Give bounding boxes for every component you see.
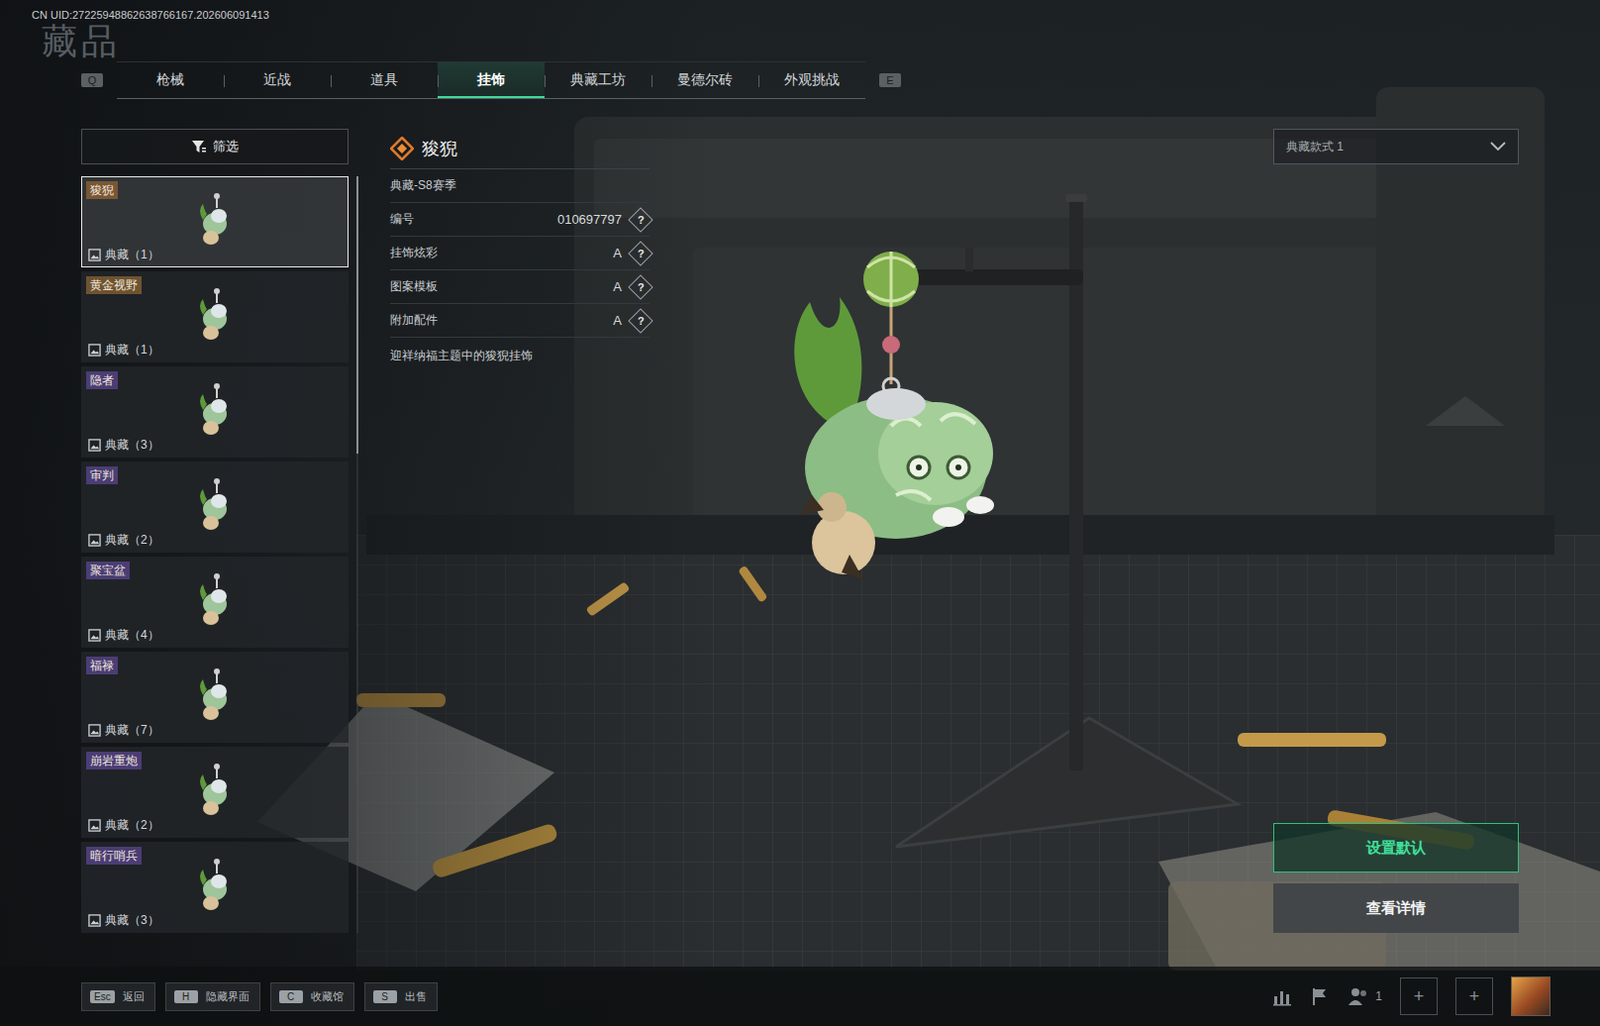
item-name-tag: 聚宝盆 xyxy=(86,561,130,580)
list-item[interactable]: 聚宝盆典藏（4） xyxy=(81,556,349,648)
suanni-charm xyxy=(794,251,995,580)
charm-thumbnail-icon xyxy=(195,382,235,438)
item-count: 典藏（3） xyxy=(88,911,160,929)
item-count: 典藏（2） xyxy=(88,816,160,834)
stats-bar-icon[interactable] xyxy=(1272,986,1293,1006)
picture-icon xyxy=(88,248,101,262)
picture-icon xyxy=(88,628,101,642)
tab[interactable]: 外观挑战 xyxy=(758,62,866,99)
rarity-diamond-icon xyxy=(390,136,414,161)
list-item[interactable]: 暗行哨兵典藏（3） xyxy=(81,841,349,933)
item-name-tag: 福禄 xyxy=(86,656,118,675)
item-list-panel: 筛选狻猊典藏（1）黄金视野典藏（1）隐者典藏（3）审判典藏（2）聚宝盆典藏（4）… xyxy=(81,128,367,933)
filter-button[interactable]: 筛选 xyxy=(81,128,349,165)
charm-thumbnail-icon xyxy=(195,762,235,818)
list-item[interactable]: 隐者典藏（3） xyxy=(81,366,349,458)
attribute-row: 图案模板A? xyxy=(390,270,650,304)
item-list: 狻猊典藏（1）黄金视野典藏（1）隐者典藏（3）审判典藏（2）聚宝盆典藏（4）福禄… xyxy=(81,176,349,933)
tab[interactable]: 枪械 xyxy=(116,62,224,99)
picture-icon xyxy=(88,533,101,547)
item-name-tag: 崩岩重炮 xyxy=(86,751,142,770)
attribute-row: 编号010697797? xyxy=(390,202,650,237)
season-row: 典藏-S8赛季 xyxy=(390,169,650,203)
person-icon xyxy=(1347,986,1370,1006)
detail-title: 狻猊 xyxy=(390,128,650,170)
filter-icon xyxy=(191,138,207,155)
hotkey-button[interactable]: Esc返回 xyxy=(81,982,156,1011)
help-badge[interactable]: ? xyxy=(627,274,653,300)
list-item[interactable]: 黄金视野典藏（1） xyxy=(81,271,349,363)
next-tab-key[interactable]: E xyxy=(879,73,901,88)
help-badge[interactable]: ? xyxy=(627,307,653,333)
attribute-row: 挂饰炫彩A? xyxy=(390,236,650,271)
detail-panel: 狻猊典藏-S8赛季编号010697797?挂饰炫彩A?图案模板A?附加配件A?迎… xyxy=(390,128,650,933)
action-panel: 典藏款式 1 设置默认查看详情 xyxy=(1273,128,1519,933)
item-count: 典藏（7） xyxy=(88,721,160,739)
list-scrollbar[interactable] xyxy=(356,176,359,933)
player-avatar[interactable] xyxy=(1510,976,1551,1016)
picture-icon xyxy=(88,343,101,357)
item-count: 典藏（4） xyxy=(88,626,160,644)
picture-icon xyxy=(88,723,101,737)
list-item[interactable]: 狻猊典藏（1） xyxy=(81,176,349,268)
charm-thumbnail-icon xyxy=(195,572,235,628)
item-name-tag: 暗行哨兵 xyxy=(86,846,142,865)
picture-icon xyxy=(88,818,101,832)
prev-tab-key[interactable]: Q xyxy=(81,73,103,88)
help-badge[interactable]: ? xyxy=(627,240,653,266)
attribute-row: 附加配件A? xyxy=(390,303,650,338)
item-count: 典藏（3） xyxy=(88,436,160,454)
style-dropdown[interactable]: 典藏款式 1 xyxy=(1273,128,1519,165)
action-button[interactable]: 设置默认 xyxy=(1273,822,1519,873)
list-item[interactable]: 崩岩重炮典藏（2） xyxy=(81,746,349,838)
item-count: 典藏（2） xyxy=(88,531,160,549)
picture-icon xyxy=(88,913,101,927)
help-badge[interactable]: ? xyxy=(627,206,653,232)
tab[interactable]: 曼德尔砖 xyxy=(651,62,759,99)
tab[interactable]: 道具 xyxy=(330,62,438,99)
charm-thumbnail-icon xyxy=(195,287,235,343)
charm-thumbnail-icon xyxy=(195,477,235,533)
tab[interactable]: 近战 xyxy=(223,62,331,99)
charm-thumbnail-icon xyxy=(195,192,235,248)
picture-icon xyxy=(88,438,101,452)
flag-icon[interactable] xyxy=(1309,986,1330,1006)
page-title: 藏品 xyxy=(0,21,1600,62)
tab[interactable]: 典藏工坊 xyxy=(544,62,652,99)
action-button[interactable]: 查看详情 xyxy=(1273,883,1519,933)
hotkey-button[interactable]: H隐藏界面 xyxy=(165,982,261,1011)
tab-bar: Q 枪械近战道具挂饰典藏工坊曼德尔砖外观挑战 E xyxy=(0,61,1600,100)
charm-thumbnail-icon xyxy=(195,667,235,723)
squad-slot[interactable]: + xyxy=(1455,977,1494,1015)
item-name-tag: 审判 xyxy=(86,466,118,485)
item-count: 典藏（1） xyxy=(88,246,160,264)
squad-count[interactable]: 1 xyxy=(1347,986,1383,1006)
hotkey-button[interactable]: C收藏馆 xyxy=(270,982,355,1011)
charm-thumbnail-icon xyxy=(195,857,235,913)
item-count: 典藏（1） xyxy=(88,341,160,359)
tab[interactable]: 挂饰 xyxy=(437,62,545,99)
uid-label: CN UID:27225948862638766167.202606091413 xyxy=(0,0,1600,22)
collection-screen: CN UID:27225948862638766167.202606091413… xyxy=(0,0,1600,1026)
hotkey-button[interactable]: S出售 xyxy=(364,982,438,1011)
list-item[interactable]: 审判典藏（2） xyxy=(81,461,349,553)
chevron-down-icon xyxy=(1490,141,1506,152)
list-item[interactable]: 福禄典藏（7） xyxy=(81,651,349,743)
item-name-tag: 隐者 xyxy=(86,371,118,390)
squad-slot[interactable]: + xyxy=(1400,977,1438,1015)
item-name-tag: 狻猊 xyxy=(86,181,118,200)
bottom-bar: Esc返回 H隐藏界面 C收藏馆 S出售 1 + + xyxy=(0,966,1600,1026)
item-name-tag: 黄金视野 xyxy=(86,276,142,295)
description: 迎祥纳福主题中的狻猊挂饰 xyxy=(390,337,650,365)
